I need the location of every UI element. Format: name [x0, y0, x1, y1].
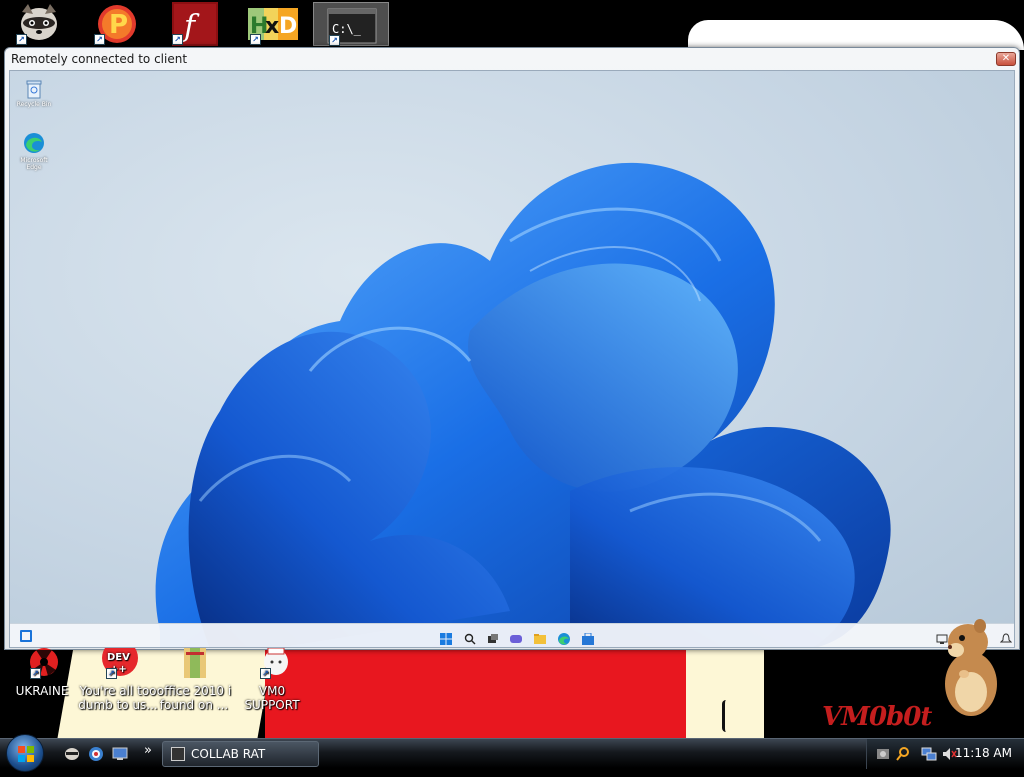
- close-button[interactable]: ✕: [996, 52, 1016, 66]
- recycle-bin-label: Recycle Bin: [16, 101, 52, 108]
- svg-text:x: x: [265, 14, 279, 39]
- edge-taskbar-icon[interactable]: [558, 630, 570, 645]
- quicklaunch-more[interactable]: »: [144, 743, 152, 758]
- recycle-bin-icon[interactable]: Recycle Bin: [14, 79, 54, 108]
- browser-quicklaunch-icon[interactable]: [88, 746, 104, 762]
- vm0-support-shortcut[interactable]: ↗ VM0 SUPPORT: [230, 647, 314, 712]
- windows-logo-icon: [18, 746, 34, 762]
- vm0bot-logo: VM0b0t: [822, 702, 932, 732]
- windows-start-icon[interactable]: [440, 630, 452, 645]
- raccoon-app-icon[interactable]: ↗: [14, 2, 64, 46]
- pdf-p-app-icon[interactable]: P ↗: [92, 2, 142, 46]
- tray-search-icon[interactable]: [895, 746, 911, 762]
- task-view-icon[interactable]: [487, 630, 499, 643]
- office-2010-shortcut[interactable]: office 2010 i found on ...: [152, 648, 236, 712]
- store-icon[interactable]: [582, 630, 594, 645]
- devcpp-shortcut[interactable]: DEV ++ ↗ You're all too dumb to us...: [76, 640, 160, 712]
- edge-icon[interactable]: Microsoft Edge: [14, 131, 54, 171]
- file-explorer-icon[interactable]: [534, 630, 546, 644]
- ukraine-label: UKRAINE: [15, 684, 69, 698]
- ukraine-shortcut[interactable]: ↗ UKRAINE: [0, 648, 84, 698]
- devcpp-label: You're all too dumb to us...: [78, 684, 158, 712]
- host-desktop: ↗ P ↗ f ↗ H x D ↗ C:\_ ↗ Remotely connec…: [0, 0, 1024, 738]
- start-button[interactable]: [6, 734, 44, 772]
- remote-window[interactable]: Remotely connected to client ✕ Recycle B…: [4, 47, 1020, 650]
- hamster-image: [945, 619, 997, 716]
- hxd-app-icon[interactable]: H x D ↗: [248, 2, 298, 46]
- raccoon-quicklaunch-icon[interactable]: [64, 746, 80, 762]
- collab-rat-label: COLLAB RAT: [191, 747, 266, 761]
- remote-taskbar: [10, 623, 1014, 647]
- cmd-app-icon[interactable]: C:\_ ↗: [313, 2, 389, 46]
- bloom-wallpaper: [155, 162, 891, 647]
- background-scribble: [722, 700, 730, 732]
- remote-window-title: Remotely connected to client: [11, 52, 188, 66]
- remote-screen[interactable]: Recycle Bin Microsoft Edge: [9, 70, 1015, 648]
- svg-text:C:\_: C:\_: [332, 22, 362, 36]
- host-taskbar: » COLLAB RAT 11:18 AM: [0, 734, 1024, 772]
- svg-text:DEV: DEV: [107, 652, 130, 663]
- svg-text:P: P: [109, 10, 128, 40]
- tray-app-icon[interactable]: [875, 746, 891, 762]
- system-tray: 11:18 AM: [866, 739, 1024, 769]
- show-desktop-icon[interactable]: [112, 746, 128, 762]
- vm0-support-label: VM0 SUPPORT: [244, 684, 300, 712]
- chat-icon[interactable]: [510, 630, 522, 643]
- svg-text:D: D: [279, 14, 297, 39]
- collab-rat-taskbar-button[interactable]: COLLAB RAT: [162, 741, 319, 767]
- background-paint-white: [688, 20, 1024, 50]
- widgets-icon[interactable]: [20, 630, 32, 642]
- collab-rat-icon: [171, 747, 185, 761]
- flash-app-icon[interactable]: f ↗: [170, 2, 220, 46]
- search-icon[interactable]: [464, 630, 476, 645]
- clock[interactable]: 11:18 AM: [955, 746, 1012, 760]
- background-paint-red: [265, 648, 688, 738]
- edge-label: Microsoft Edge: [20, 157, 48, 171]
- network-tray-icon[interactable]: [921, 746, 937, 762]
- office-2010-label: office 2010 i found on ...: [156, 684, 232, 712]
